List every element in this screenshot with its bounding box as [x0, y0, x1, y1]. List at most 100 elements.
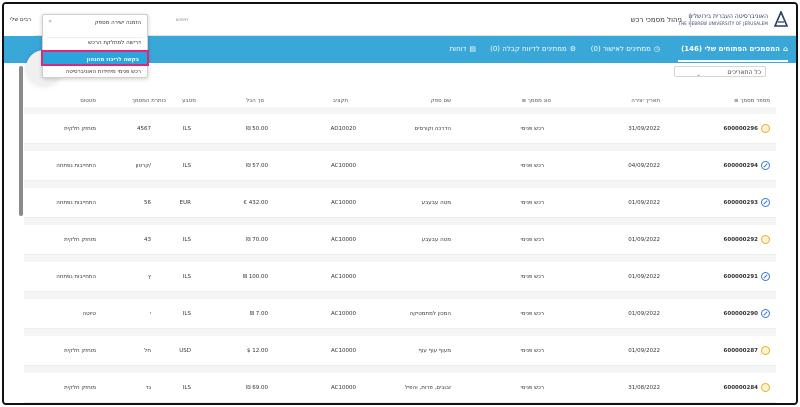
doc-number-cell[interactable]: 600000284 — [724, 385, 758, 391]
university-name-en: THE HEBREW UNIVERSITY OF JERUSALEM — [678, 21, 768, 26]
row-separator — [24, 329, 776, 336]
title-cell: ץ — [148, 274, 151, 280]
tab-my-open-documents[interactable]: (146) המסמכים הפתוחים שלי ⌂ — [681, 45, 788, 53]
menu-item-warehouse-request[interactable]: בקשה לריכוז מחנהון — [41, 50, 149, 66]
status-cell: מוחזק חלקית — [64, 348, 96, 354]
created-date-cell: 01/09/2022 — [628, 200, 660, 206]
col-created[interactable]: תאריך יצירה — [631, 98, 660, 104]
tab-pending-approval[interactable]: (0) ממתינים לאישור ◷ — [591, 45, 660, 53]
created-date-cell: 01/09/2022 — [628, 237, 660, 243]
title-cell: קרטון/ — [135, 163, 151, 169]
currency-cell: ILS — [182, 385, 191, 391]
col-vendor[interactable]: שם ספק — [431, 98, 451, 104]
scrollbar[interactable] — [19, 66, 23, 216]
col-budget[interactable]: תקציב — [333, 98, 348, 104]
table-row[interactable]: 600000293 01/09/2022 רכש פנימי מטה עבעבע AC1… — [24, 188, 776, 218]
home-icon: ⌂ — [782, 45, 788, 53]
menu-item-purchase-request[interactable]: דרישה למחלקת הרכש — [88, 40, 141, 46]
table-row[interactable]: 600000284 31/08/2022 רכש פנימי זבובים, פרות… — [24, 373, 776, 403]
budget-cell: AC10000 — [330, 200, 356, 206]
currency-cell: EUR — [179, 200, 191, 206]
total-cell: ₪ 69.00 — [246, 385, 268, 391]
table-row[interactable]: 600000294 04/09/2022 רכש פנימי AC10000 ₪ 57.… — [24, 151, 776, 181]
open-status-icon — [761, 309, 770, 318]
title-cell: חל — [144, 348, 151, 354]
row-separator — [24, 255, 776, 262]
university-name-he: האוניברסיטה העברית בירושלים — [688, 13, 768, 20]
menu-item-internal-purchase[interactable]: רכש פנימי מיחידות האוניברסיטה — [66, 69, 141, 75]
budget-cell: AC10000 — [330, 163, 356, 169]
report-icon: ▤ — [469, 45, 476, 53]
created-date-cell: 04/09/2022 — [628, 163, 660, 169]
col-total[interactable]: סך הכל — [246, 98, 264, 104]
doc-number-cell[interactable]: 600000290 — [724, 311, 758, 317]
title-cell: 56 — [144, 200, 151, 206]
status-cell: טיוטה — [82, 311, 96, 317]
user-menu-anchor[interactable]: רבים שלי — [4, 4, 34, 36]
currency-cell: ILS — [182, 311, 191, 317]
total-cell: ₪ 57.00 — [246, 163, 268, 169]
tab-pending-receipt[interactable]: (0) ממתינים לדיווח קבלה ⚙ — [490, 45, 576, 53]
table-row[interactable]: 600000296 31/09/2022 רכש פנימי הדרכה וקורסי… — [24, 114, 776, 144]
doc-type-cell: רכש פנימי — [520, 237, 545, 243]
tab-reports[interactable]: דוחות ▤ — [450, 45, 476, 53]
chevron-down-icon[interactable]: ⌄ — [696, 71, 701, 78]
total-cell: ₪ 100.00 — [242, 274, 268, 280]
table-row[interactable]: 600000290 01/09/2022 רכש פנימי המכון למתמטי… — [24, 299, 776, 329]
budget-cell: AD10020 — [330, 126, 357, 132]
row-separator — [24, 218, 776, 225]
currency-cell: ILS — [182, 274, 191, 280]
open-status-icon — [761, 272, 770, 281]
close-icon[interactable]: ✕ — [48, 19, 52, 25]
row-separator — [24, 366, 776, 373]
app-window: האוניברסיטה העברית בירושלים THE HEBREW U… — [2, 2, 798, 405]
vendor-cell: המכון למתמטיקה — [409, 311, 452, 317]
budget-cell: AC10000 — [330, 385, 356, 391]
table-row[interactable]: 600000291 01/09/2022 רכש פנימי AC10000 ₪ 100… — [24, 262, 776, 292]
partial-status-icon — [761, 383, 770, 392]
doc-number-cell[interactable]: 600000296 — [724, 126, 758, 132]
budget-cell: AC10000 — [330, 237, 356, 243]
row-separator — [24, 292, 776, 299]
col-doc-number[interactable]: ≡ מספר מסמך — [734, 98, 770, 104]
status-cell: מוחזק חלקית — [64, 385, 96, 391]
title-cell: 43 — [144, 237, 151, 243]
table-row[interactable]: 600000287 01/09/2022 רכש פנימי מעוף עוף עוף… — [24, 336, 776, 366]
open-status-icon — [761, 198, 770, 207]
gear-icon: ⚙ — [569, 45, 576, 53]
col-status[interactable]: סטטוס — [80, 98, 96, 104]
currency-cell: ILS — [182, 163, 191, 169]
created-date-cell: 01/09/2022 — [628, 274, 660, 280]
total-cell: € 432.00 — [243, 200, 269, 206]
date-filter-value: כל התאריכים — [727, 69, 761, 76]
vendor-cell: הדרכה וקורסים — [414, 126, 451, 132]
app-title: ניהול מסמכי רכש — [630, 16, 682, 24]
doc-number-cell[interactable]: 600000293 — [724, 200, 758, 206]
doc-number-cell[interactable]: 600000291 — [724, 274, 758, 280]
created-date-cell: 31/08/2022 — [628, 385, 660, 391]
doc-type-cell: רכש פנימי — [520, 126, 545, 132]
doc-type-cell: רכש פנימי — [520, 163, 545, 169]
doc-type-cell: רכש פנימי — [520, 274, 545, 280]
status-cell: מוחזק חלקית — [64, 126, 96, 132]
vendor-cell: זבובים, פרות, והפיל — [404, 385, 451, 391]
col-doc-type[interactable]: ≡ סוג מסמך — [522, 98, 551, 104]
date-filter-select[interactable]: כל התאריכים — [674, 66, 766, 77]
partial-status-icon — [761, 235, 770, 244]
doc-number-cell[interactable]: 600000287 — [724, 348, 758, 354]
search-input[interactable]: חיפוש — [176, 17, 188, 23]
col-currency[interactable]: מטבע — [182, 98, 196, 104]
menu-item-direct-order[interactable]: הזמנה ישירה מספק — [95, 20, 141, 26]
tab-label: דוחות — [449, 45, 467, 53]
table-row[interactable]: 600000292 01/09/2022 רכש פנימי מטה עבעבע AC1… — [24, 225, 776, 255]
row-separator — [24, 181, 776, 188]
tab-label: (0) ממתינים לאישור — [590, 45, 651, 53]
doc-type-cell: רכש פנימי — [520, 200, 545, 206]
doc-number-cell[interactable]: 600000294 — [724, 163, 758, 169]
col-title[interactable]: כותרת המסמך — [132, 98, 166, 104]
doc-number-cell[interactable]: 600000292 — [724, 237, 758, 243]
currency-cell: ILS — [182, 126, 191, 132]
new-document-menu: ✕ הזמנה ישירה מספק דרישה למחלקת הרכש בקש… — [41, 14, 149, 78]
active-tab-indicator — [678, 60, 788, 62]
doc-type-cell: רכש פנימי — [520, 348, 545, 354]
